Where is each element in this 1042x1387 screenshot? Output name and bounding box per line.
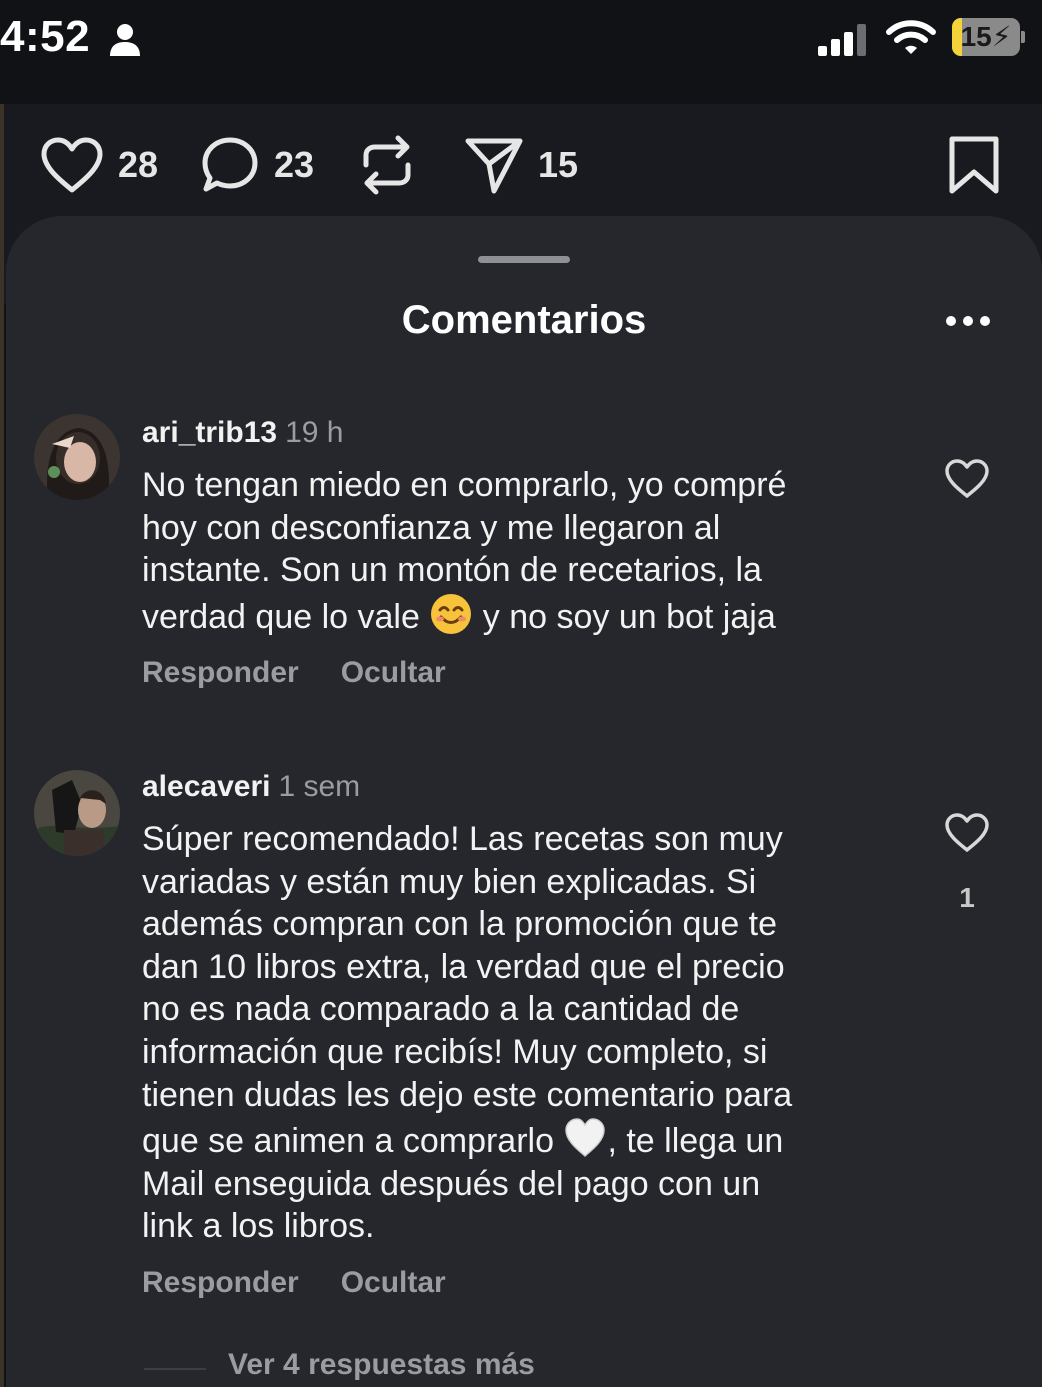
replies-divider xyxy=(144,1368,206,1370)
more-horizontal-icon[interactable] xyxy=(944,314,992,328)
comment-like-heart-icon[interactable] xyxy=(944,458,990,500)
charging-battery-icon: 15⚡ xyxy=(952,18,1025,58)
comments-sheet: Comentarios ari_trib13 19 h No tengan mi… xyxy=(6,216,1042,1387)
comment-like-count: 1 xyxy=(959,882,975,913)
comment-like-heart-icon[interactable] xyxy=(944,812,990,854)
battery-level: 15⚡ xyxy=(960,21,1012,52)
cellular-signal-icon xyxy=(818,24,866,56)
view-more-replies-button[interactable]: Ver 4 respuestas más xyxy=(228,1348,535,1382)
comment-actions: Responder Ocultar xyxy=(142,1266,488,1300)
smiling-face-emoji xyxy=(431,593,472,634)
comment-header: alecaveri 1 sem xyxy=(142,770,360,804)
repost-button[interactable] xyxy=(358,130,416,200)
comment-button[interactable]: 23 xyxy=(200,130,314,200)
post-action-bar: 28 23 15 xyxy=(0,130,1042,206)
hide-button[interactable]: Ocultar xyxy=(341,1266,446,1299)
reply-button[interactable]: Responder xyxy=(142,656,299,689)
heart-icon xyxy=(41,137,103,193)
comment-text: No tengan miedo en comprarlo, yo compré … xyxy=(142,466,787,636)
reply-button[interactable]: Responder xyxy=(142,1266,299,1299)
status-time: 4:52 xyxy=(0,12,91,61)
comment-count: 23 xyxy=(274,144,315,185)
comment-time: 1 sem xyxy=(278,770,361,803)
sheet-grabber[interactable] xyxy=(478,256,570,263)
comment-actions: Responder Ocultar xyxy=(142,656,488,690)
comment-username[interactable]: ari_trib13 xyxy=(142,416,277,449)
share-button[interactable]: 15 xyxy=(464,130,578,200)
post-media-edge xyxy=(0,104,4,1387)
person-icon xyxy=(110,24,140,56)
sheet-title: Comentarios xyxy=(401,298,647,342)
avatar[interactable] xyxy=(34,414,120,500)
comment-header: ari_trib13 19 h xyxy=(142,416,343,450)
like-button[interactable]: 28 xyxy=(40,130,158,200)
comment-username[interactable]: alecaveri xyxy=(142,770,270,803)
hide-button[interactable]: Ocultar xyxy=(341,656,446,689)
avatar[interactable] xyxy=(34,770,120,856)
bookmark-icon xyxy=(949,136,999,194)
bookmark-button[interactable] xyxy=(946,130,1002,200)
repost-icon xyxy=(363,135,411,195)
comment-time: 19 h xyxy=(285,416,344,449)
like-count: 28 xyxy=(118,144,159,185)
comment-bubble-icon xyxy=(202,137,258,192)
share-count: 15 xyxy=(538,144,579,185)
white-heart-emoji xyxy=(565,1118,606,1158)
comment-text: Súper recomendado! Las recetas son muy v… xyxy=(142,820,793,1246)
wifi-icon xyxy=(886,20,936,54)
status-bar: 4:52 15⚡ xyxy=(0,0,1042,104)
screen: 4:52 15⚡ 28 23 15 Comentarios ari_trib13… xyxy=(0,0,1042,1387)
share-send-icon xyxy=(465,138,523,194)
